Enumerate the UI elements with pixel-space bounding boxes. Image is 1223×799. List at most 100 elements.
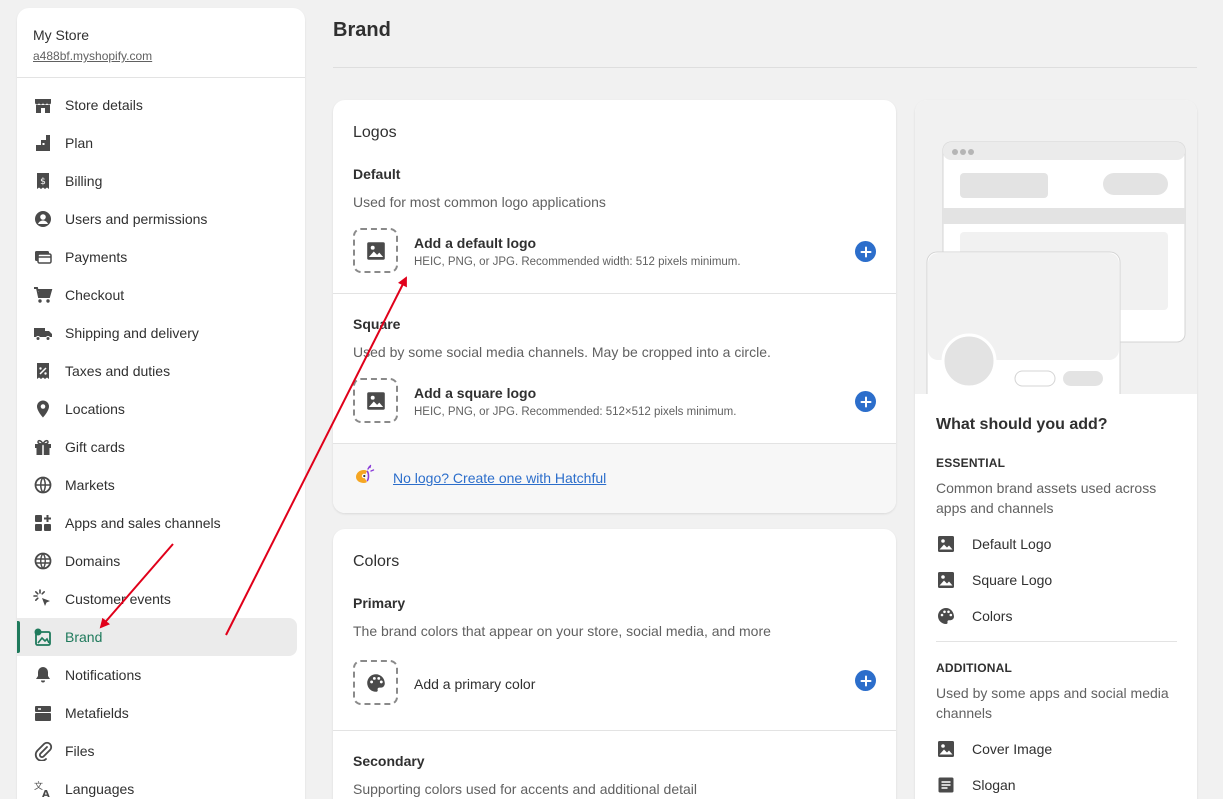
paperclip-icon [33, 741, 53, 761]
brand-icon [33, 627, 53, 647]
image-icon [366, 241, 385, 260]
logos-divider [333, 293, 896, 294]
primary-color-section-title: Primary [353, 595, 406, 611]
sidebar-item-label: Users and permissions [65, 211, 208, 227]
primary-color-description: The brand colors that appear on your sto… [353, 623, 771, 639]
sidebar-item-brand[interactable]: Brand [17, 618, 297, 656]
add-default-logo-label[interactable]: Add a default logo [414, 235, 536, 251]
sidebar-item-label: Files [65, 743, 95, 759]
brand-illustration [915, 100, 1197, 394]
image-icon [366, 391, 385, 410]
add-default-logo-button[interactable] [855, 241, 876, 262]
translate-icon: 文A [33, 779, 53, 799]
sidebar-item-taxes[interactable]: Taxes and duties [17, 352, 297, 390]
text-block-icon [938, 777, 954, 793]
palette-icon [366, 673, 385, 692]
sidebar-item-label: Domains [65, 553, 121, 569]
square-logo-hint: HEIC, PNG, or JPG. Recommended: 512×512 … [414, 406, 737, 418]
sidebar-item-label: Metafields [65, 705, 129, 721]
secondary-color-section-title: Secondary [353, 753, 425, 769]
sidebar-item-files[interactable]: Files [17, 732, 297, 770]
essential-label: ESSENTIAL [936, 456, 1006, 470]
sidebar-item-label: Markets [65, 477, 115, 493]
guide-item-label: Square Logo [972, 572, 1053, 588]
guide-item-square-logo: Square Logo [936, 570, 1052, 590]
secondary-color-description: Supporting colors used for accents and a… [353, 781, 697, 797]
default-logo-hint: HEIC, PNG, or JPG. Recommended width: 51… [414, 256, 741, 268]
add-primary-color-button[interactable] [855, 670, 876, 691]
store-header: My Store a488bf.myshopify.com [17, 8, 305, 78]
sidebar-item-plan[interactable]: Plan [17, 124, 297, 162]
svg-text:$: $ [40, 177, 46, 187]
sidebar-item-checkout[interactable]: Checkout [17, 276, 297, 314]
page-title: Brand [333, 19, 391, 41]
sidebar-item-label: Payments [65, 249, 128, 265]
domain-globe-icon [33, 551, 53, 571]
user-icon [33, 209, 53, 229]
add-primary-color-label[interactable]: Add a primary color [414, 676, 535, 692]
sidebar-item-billing[interactable]: $ Billing [17, 162, 297, 200]
guide-item-slogan: Slogan [936, 775, 1016, 795]
sidebar-item-users[interactable]: Users and permissions [17, 200, 297, 238]
guide-item-label: Colors [972, 608, 1013, 624]
bell-icon [33, 665, 53, 685]
sidebar-item-languages[interactable]: 文 A Languages [17, 770, 297, 799]
globe-icon [33, 475, 53, 495]
settings-nav: Store details Plan $ Billing Users and permi… [17, 78, 305, 799]
tax-icon [33, 361, 53, 381]
title-divider [333, 67, 1197, 68]
sidebar-item-markets[interactable]: Markets [17, 466, 297, 504]
sidebar-item-label: Brand [65, 629, 103, 645]
billing-icon: $ [33, 171, 53, 191]
sidebar-item-label: Gift cards [65, 439, 125, 455]
sidebar-item-label: Locations [65, 401, 125, 417]
payments-icon [33, 247, 53, 267]
store-icon [33, 95, 53, 115]
add-square-logo-label[interactable]: Add a square logo [414, 385, 536, 401]
guide-item-label: Cover Image [972, 741, 1053, 757]
default-logo-dropzone[interactable] [353, 228, 398, 273]
sidebar-item-label: Languages [65, 781, 135, 797]
sidebar-item-label: Shipping and delivery [65, 325, 199, 341]
plan-icon [33, 133, 53, 153]
sidebar-item-apps[interactable]: Apps and sales channels [17, 504, 297, 542]
svg-text:A: A [42, 789, 50, 799]
hatchful-link[interactable]: No logo? Create one with Hatchful [393, 470, 606, 486]
logos-card: Logos Default Used for most common logo … [333, 100, 896, 513]
sidebar-item-shipping[interactable]: Shipping and delivery [17, 314, 297, 352]
hatchful-logo-icon [356, 464, 375, 483]
sidebar-item-label: Store details [65, 97, 143, 113]
guide-title: What should you add? [936, 416, 1108, 433]
location-pin-icon [33, 399, 53, 419]
metafields-icon [33, 703, 53, 723]
guide-item-default-logo: Default Logo [936, 534, 1051, 554]
add-square-logo-button[interactable] [855, 391, 876, 412]
sidebar-item-customer-events[interactable]: Customer events [17, 580, 297, 618]
guide-item-label: Slogan [972, 777, 1016, 793]
sidebar-item-label: Billing [65, 173, 103, 189]
image-icon [938, 536, 954, 552]
image-icon [938, 741, 954, 757]
guide-item-colors: Colors [936, 606, 1012, 626]
primary-color-dropzone[interactable] [353, 660, 398, 705]
default-logo-description: Used for most common logo applications [353, 194, 606, 210]
apps-icon [33, 513, 53, 533]
sidebar-item-store-details[interactable]: Store details [17, 86, 297, 124]
logos-card-title: Logos [353, 124, 397, 141]
sidebar-item-gift-cards[interactable]: Gift cards [17, 428, 297, 466]
sidebar-item-domains[interactable]: Domains [17, 542, 297, 580]
plus-icon [860, 396, 871, 407]
sidebar-item-payments[interactable]: Payments [17, 238, 297, 276]
square-logo-dropzone[interactable] [353, 378, 398, 423]
sidebar-item-locations[interactable]: Locations [17, 390, 297, 428]
plus-icon [860, 675, 871, 686]
additional-label: ADDITIONAL [936, 661, 1012, 675]
guide-divider [936, 641, 1177, 642]
sidebar-item-metafields[interactable]: Metafields [17, 694, 297, 732]
sidebar-item-notifications[interactable]: Notifications [17, 656, 297, 694]
truck-icon [33, 323, 53, 343]
hatchful-row: No logo? Create one with Hatchful [333, 444, 896, 513]
sidebar-item-label: Plan [65, 135, 94, 151]
image-icon [938, 572, 954, 588]
store-url-link[interactable]: a488bf.myshopify.com [33, 49, 289, 63]
